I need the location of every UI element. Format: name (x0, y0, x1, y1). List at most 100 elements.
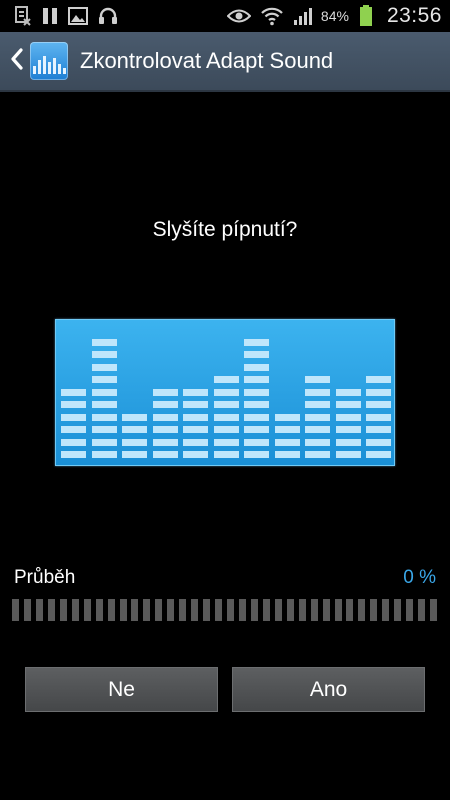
progress-tick (83, 599, 91, 621)
equalizer-segment (366, 413, 391, 421)
equalizer-segment (152, 413, 178, 421)
equalizer-segment (213, 413, 239, 421)
progress-tick (107, 599, 115, 621)
progress-tick (167, 599, 175, 621)
equalizer-segment (274, 451, 300, 458)
progress-value: 0 % (403, 567, 436, 588)
equalizer-segment (213, 451, 239, 458)
equalizer-segment (91, 376, 117, 383)
status-bar: 84% 23:56 (0, 0, 450, 32)
equalizer-segment (244, 351, 269, 358)
progress-tick (59, 599, 67, 621)
equalizer-segment (335, 438, 361, 446)
progress-tick (131, 599, 139, 621)
equalizer-segment (213, 401, 239, 408)
progress-tick (155, 599, 163, 621)
equalizer-segment (213, 388, 239, 396)
chevron-left-icon (10, 47, 24, 75)
equalizer-segment (91, 413, 117, 421)
equalizer-segment (244, 363, 269, 371)
notification-doc-icon (14, 5, 32, 27)
equalizer-segment (274, 438, 300, 446)
back-button[interactable] (0, 32, 30, 90)
equalizer-segment (152, 451, 178, 458)
progress-tick (274, 599, 282, 621)
equalizer-segment (335, 413, 361, 421)
progress-tick (358, 599, 366, 621)
progress-tick (250, 599, 258, 621)
no-button[interactable]: Ne (25, 667, 218, 712)
progress-tick (215, 599, 223, 621)
equalizer-segment (244, 413, 269, 421)
progress-tick (23, 599, 31, 621)
equalizer-segment (61, 401, 86, 408)
question-text: Slyšíte pípnutí? (152, 218, 298, 241)
progress-tick (370, 599, 378, 621)
progress-tick (394, 599, 402, 621)
progress-tick (262, 599, 270, 621)
equalizer-segment (366, 438, 391, 446)
equalizer-segment (366, 376, 391, 383)
equalizer-segment (366, 451, 391, 458)
equalizer-segment (122, 451, 147, 458)
progress-tick (346, 599, 354, 621)
equalizer-visual (55, 319, 395, 466)
progress-tick (310, 599, 318, 621)
equalizer-segment (61, 388, 86, 396)
equalizer-segment (152, 401, 178, 408)
equalizer-segment (335, 401, 361, 408)
equalizer-segment (305, 388, 330, 396)
equalizer-segment (61, 413, 86, 421)
equalizer-segment (305, 451, 330, 458)
equalizer-segment (91, 351, 117, 358)
status-bar-right: 84% 23:56 (226, 4, 442, 28)
equalizer-segment (244, 451, 269, 458)
yes-button[interactable]: Ano (232, 667, 425, 712)
pause-icon (42, 5, 58, 27)
equalizer-segment (244, 401, 269, 408)
equalizer-segment (244, 338, 269, 346)
progress-tick (286, 599, 294, 621)
progress-tick (334, 599, 342, 621)
equalizer-segment (244, 438, 269, 446)
equalizer-segment (122, 438, 147, 446)
equalizer-segment (183, 401, 208, 408)
equalizer-segment (335, 426, 361, 433)
signal-icon (293, 5, 315, 27)
equalizer-segment (91, 338, 117, 346)
progress-tick (191, 599, 199, 621)
progress-tick (179, 599, 187, 621)
action-bar: Zkontrolovat Adapt Sound (0, 32, 450, 92)
equalizer-segment (244, 388, 269, 396)
progress-tick (227, 599, 234, 621)
equalizer-segment (61, 438, 86, 446)
eye-icon (226, 5, 251, 27)
progress-tick (418, 599, 426, 621)
equalizer-icon[interactable] (30, 42, 68, 80)
progress-tick (143, 599, 151, 621)
equalizer-segment (91, 401, 117, 408)
equalizer-segment (183, 388, 208, 396)
progress-tick (238, 599, 246, 621)
equalizer-segment (61, 451, 86, 458)
equalizer-segment (213, 438, 239, 446)
equalizer-segment (91, 388, 117, 396)
progress-tick (35, 599, 43, 621)
equalizer-segment (152, 426, 178, 433)
equalizer-segment (305, 413, 330, 421)
progress-label: Průběh (14, 567, 76, 588)
progress-tick (12, 599, 19, 621)
progress-tick (95, 599, 103, 621)
progress-tick (382, 599, 390, 621)
progress-tick (71, 599, 79, 621)
progress-tick (406, 599, 414, 621)
equalizer-segment (91, 451, 117, 458)
progress-tick (322, 599, 330, 621)
wifi-icon (261, 5, 283, 27)
equalizer-segment (183, 438, 208, 446)
progress-tick (119, 599, 127, 621)
progress-bar (10, 599, 440, 621)
equalizer-segment (305, 426, 330, 433)
equalizer-segment (244, 426, 269, 433)
status-bar-left (14, 5, 118, 27)
